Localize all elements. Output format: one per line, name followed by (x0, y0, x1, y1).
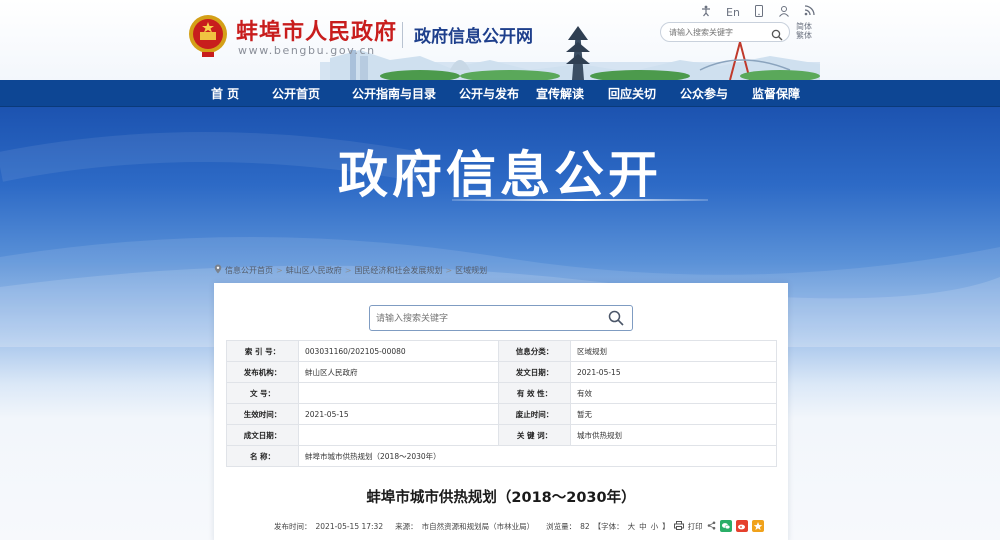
search-icon[interactable] (608, 310, 624, 330)
title-divider (402, 22, 403, 48)
meta-label: 生效时间： (226, 403, 299, 425)
font-size-large[interactable]: 大 (628, 521, 636, 532)
meta-label: 文 号： (226, 382, 299, 404)
source-label: 来源： (395, 521, 418, 531)
document-info-bar: 发布时间： 2021-05-15 17:32 来源： 市自然资源和规划局（市林业… (274, 519, 764, 533)
accessibility-icon[interactable] (700, 5, 712, 20)
table-row: 索 引 号： 003031160/202105-00080 信息分类： 区域规划 (226, 340, 777, 362)
nav-item-disclosure-release[interactable]: 公开与发布 (459, 85, 519, 102)
breadcrumb-separator: > (344, 265, 352, 275)
rss-icon[interactable] (804, 5, 815, 19)
location-pin-icon (214, 264, 222, 276)
banner-underline (452, 199, 708, 201)
print-icon[interactable] (673, 520, 684, 532)
nav-item-response[interactable]: 回应关切 (608, 85, 656, 102)
header-search-box[interactable] (660, 22, 790, 42)
content-search-input[interactable] (376, 311, 596, 326)
breadcrumb-item[interactable]: 国民经济和社会发展规划 (354, 265, 442, 276)
share-icon[interactable] (707, 521, 716, 532)
table-row: 发布机构： 蚌山区人民政府 发文日期： 2021-05-15 (226, 361, 777, 383)
document-title: 蚌埠市城市供热规划（2018～2030年） (366, 490, 636, 506)
breadcrumb-separator: > (276, 265, 283, 275)
utility-icons: En (700, 4, 815, 20)
nav-item-disclosure-home[interactable]: 公开首页 (272, 85, 320, 102)
meta-label: 名 称： (226, 445, 299, 467)
metadata-table: 索 引 号： 003031160/202105-00080 信息分类： 区域规划… (226, 340, 777, 467)
meta-label: 有 效 性： (498, 382, 571, 404)
meta-value (298, 382, 499, 404)
meta-value: 2021-05-15 (570, 361, 777, 383)
nav-item-supervision[interactable]: 监督保障 (752, 85, 800, 102)
weibo-share-icon[interactable] (735, 520, 748, 532)
publish-time-label: 发布时间： (274, 521, 312, 531)
main-nav: 首 页 公开首页 公开指南与目录 公开与发布 宣传解读 回应关切 公众参与 监督… (0, 80, 1000, 107)
nav-item-publicity[interactable]: 宣传解读 (536, 85, 584, 102)
font-size-label: 【字体： (593, 521, 624, 531)
views-label: 浏览量： (546, 521, 577, 531)
header-search-input[interactable] (669, 24, 769, 40)
meta-value: 有效 (570, 382, 777, 404)
print-button[interactable]: 打印 (688, 521, 703, 532)
font-size-medium[interactable]: 中 (639, 521, 647, 532)
search-icon[interactable] (771, 26, 783, 45)
meta-value: 城市供热规划 (570, 424, 777, 446)
script-toggle-link[interactable]: 简体 繁体 (796, 22, 816, 40)
meta-label: 成文日期： (226, 424, 299, 446)
breadcrumb: 信息公开首页 > 蚌山区人民政府 > 国民经济和社会发展规划 > 区域规划 (214, 264, 487, 276)
user-icon[interactable] (778, 5, 790, 20)
meta-value: 2021-05-15 (298, 403, 499, 425)
qzone-share-icon[interactable] (751, 520, 764, 532)
font-size-small[interactable]: 小 (651, 521, 659, 532)
view-count: 82 (580, 521, 590, 531)
meta-label: 信息分类： (498, 340, 571, 362)
meta-label: 发布机构： (226, 361, 299, 383)
publish-time: 2021-05-15 17:32 (315, 521, 384, 531)
site-name[interactable]: 蚌埠市人民政府 (236, 14, 397, 46)
nav-item-guide-catalog[interactable]: 公开指南与目录 (352, 85, 436, 102)
breadcrumb-separator: > (445, 265, 453, 275)
breadcrumb-item[interactable]: 信息公开首页 (225, 265, 273, 276)
site-header: 蚌埠市人民政府 www.bengbu.gov.cn 政府信息公开网 En 简体 … (0, 0, 1000, 80)
wechat-share-icon[interactable] (719, 520, 732, 532)
table-row: 成文日期： 关 键 词： 城市供热规划 (226, 424, 777, 446)
content-search-box[interactable] (369, 305, 633, 331)
nav-item-home[interactable]: 首 页 (211, 85, 239, 102)
banner-title: 政府信息公开 (338, 146, 662, 204)
breadcrumb-item[interactable]: 蚌山区人民政府 (286, 265, 342, 276)
table-row: 文 号： 有 效 性： 有效 (226, 382, 777, 404)
font-size-close: 】 (662, 521, 670, 531)
meta-value (298, 424, 499, 446)
table-row: 生效时间： 2021-05-15 废止时间： 暂无 (226, 403, 777, 425)
meta-value: 003031160/202105-00080 (298, 340, 499, 362)
meta-value: 暂无 (570, 403, 777, 425)
meta-label: 关 键 词： (498, 424, 571, 446)
table-row: 名 称： 蚌埠市城市供热规划（2018～2030年） (226, 445, 777, 467)
mobile-icon[interactable] (754, 4, 764, 20)
nav-item-participation[interactable]: 公众参与 (680, 85, 728, 102)
meta-value: 蚌埠市城市供热规划（2018～2030年） (298, 445, 777, 467)
site-domain: www.bengbu.gov.cn (238, 44, 376, 57)
meta-label: 发文日期： (498, 361, 571, 383)
national-emblem-logo (189, 15, 227, 57)
breadcrumb-item[interactable]: 区域规划 (455, 265, 487, 276)
site-subtitle[interactable]: 政府信息公开网 (414, 22, 533, 47)
meta-label: 索 引 号： (226, 340, 299, 362)
meta-label: 废止时间： (498, 403, 571, 425)
meta-value: 区域规划 (570, 340, 777, 362)
language-link[interactable]: En (726, 6, 740, 19)
source: 市自然资源和规划局（市林业局） (421, 521, 535, 531)
content-card: 索 引 号： 003031160/202105-00080 信息分类： 区域规划… (214, 283, 788, 540)
meta-value: 蚌山区人民政府 (298, 361, 499, 383)
